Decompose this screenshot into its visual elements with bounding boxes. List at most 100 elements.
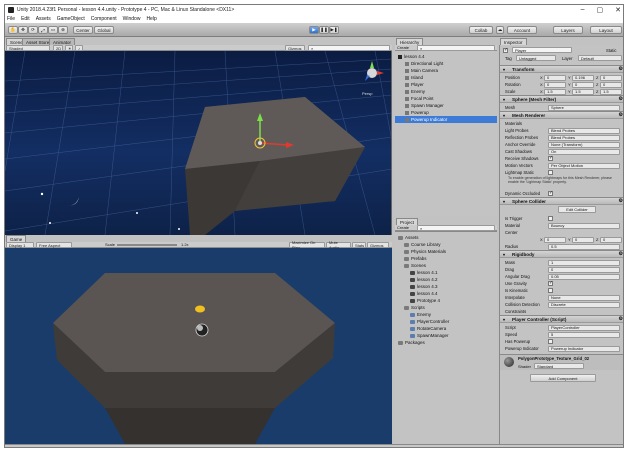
rigidbody-component[interactable]: ▾ Rigidbody ⚙ bbox=[500, 250, 623, 258]
component-settings-icon[interactable]: ⚙ bbox=[619, 66, 623, 72]
pause-icon[interactable]: ❚❚ bbox=[319, 26, 329, 34]
play-icon[interactable]: ▶ bbox=[309, 26, 319, 34]
project-item[interactable]: PlayerController bbox=[395, 318, 497, 325]
vector-x-field[interactable]: 0 bbox=[544, 236, 566, 243]
project-create-button[interactable]: Create bbox=[397, 225, 409, 230]
hierarchy-item[interactable]: Powerup bbox=[395, 109, 497, 116]
hierarchy-item[interactable]: Directional Light bbox=[395, 60, 497, 67]
rect-tool-icon[interactable]: ▭ bbox=[48, 26, 58, 34]
vector-y-field[interactable]: 0 bbox=[572, 236, 594, 243]
inspector-value-field[interactable]: Per Object Motion bbox=[548, 162, 620, 169]
inspector-checkbox[interactable] bbox=[548, 280, 553, 286]
tab-animator[interactable]: Animator bbox=[49, 38, 76, 45]
component-settings-icon[interactable]: ⚙ bbox=[619, 198, 623, 204]
component-settings-icon[interactable]: ⚙ bbox=[619, 112, 623, 118]
edit-collider-button[interactable]: Edit Collider bbox=[558, 206, 596, 213]
mesh-filter-component[interactable]: ▾ Sphere (Mesh Filter) ⚙ bbox=[500, 95, 623, 103]
inspector-value-field[interactable]: Blend Probes bbox=[548, 134, 620, 141]
inspector-value-field[interactable]: Sphere bbox=[548, 104, 620, 111]
scale-tool-icon[interactable]: ⤢ bbox=[38, 26, 48, 34]
project-item[interactable]: Prefabs bbox=[395, 255, 497, 262]
maximize-icon[interactable]: ▢ bbox=[597, 6, 604, 14]
pivot-center-toggle[interactable]: Center bbox=[73, 26, 93, 34]
hand-tool-icon[interactable]: ✋ bbox=[8, 26, 18, 34]
vector-x-field[interactable]: 0 bbox=[544, 74, 566, 81]
project-item[interactable]: SpawnManager bbox=[395, 332, 497, 339]
menu-file[interactable]: File bbox=[7, 16, 15, 22]
layer-dropdown[interactable]: Default bbox=[578, 55, 622, 61]
inspector-value-field[interactable]: 0 bbox=[548, 266, 620, 273]
vector-z-field[interactable]: 0 bbox=[600, 236, 622, 243]
game-view[interactable] bbox=[5, 248, 392, 444]
project-item[interactable]: lesson 4.2 bbox=[395, 276, 497, 283]
player-controller-component[interactable]: ▾ Player Controller (Script) ⚙ bbox=[500, 315, 623, 323]
project-item[interactable]: Scenes bbox=[395, 262, 497, 269]
hierarchy-item[interactable]: Player bbox=[395, 81, 497, 88]
inspector-checkbox[interactable] bbox=[548, 190, 553, 196]
component-settings-icon[interactable]: ⚙ bbox=[619, 251, 623, 257]
minimize-icon[interactable]: – bbox=[581, 6, 585, 14]
vector-x-field[interactable]: 0 bbox=[544, 81, 566, 88]
vector-y-field[interactable]: 0 bbox=[572, 81, 594, 88]
project-item[interactable]: Assets bbox=[395, 234, 497, 241]
layout-dropdown[interactable]: Layout bbox=[590, 26, 622, 34]
close-icon[interactable]: ✕ bbox=[615, 6, 621, 14]
inspector-value-field[interactable]: Powerup Indicator bbox=[548, 345, 620, 352]
menu-gameobject[interactable]: GameObject bbox=[57, 16, 85, 22]
step-icon[interactable]: ▶❚ bbox=[329, 26, 339, 34]
vector-y-field[interactable]: 1.5 bbox=[572, 88, 594, 95]
mesh-renderer-component[interactable]: ▾ Mesh Renderer ⚙ bbox=[500, 111, 623, 119]
menu-assets[interactable]: Assets bbox=[36, 16, 51, 22]
inspector-value-field[interactable]: 0.5 bbox=[548, 243, 620, 250]
inspector-value-field[interactable]: PlayerController bbox=[548, 324, 620, 331]
layers-dropdown[interactable]: Layers bbox=[553, 26, 583, 34]
tab-project[interactable]: Project bbox=[396, 218, 419, 225]
menu-edit[interactable]: Edit bbox=[21, 16, 30, 22]
add-component-button[interactable]: Add Component bbox=[530, 374, 596, 382]
inspector-value-field[interactable]: Blend Probes bbox=[548, 127, 620, 134]
vector-x-field[interactable]: 1.5 bbox=[544, 88, 566, 95]
component-settings-icon[interactable]: ⚙ bbox=[619, 96, 623, 102]
inspector-value-field[interactable]: 5 bbox=[548, 331, 620, 338]
inspector-value-field[interactable]: Bouncy bbox=[548, 222, 620, 229]
move-tool-icon[interactable]: ✥ bbox=[18, 26, 28, 34]
inspector-value-field[interactable]: None bbox=[548, 294, 620, 301]
static-toggle[interactable]: Static bbox=[606, 48, 616, 53]
inspector-value-field[interactable]: 1 bbox=[548, 259, 620, 266]
account-dropdown[interactable]: Account bbox=[507, 26, 537, 34]
project-item[interactable]: lesson 4.1 bbox=[395, 269, 497, 276]
hierarchy-item[interactable]: Spawn Manager bbox=[395, 102, 497, 109]
global-local-toggle[interactable]: Global bbox=[94, 26, 114, 34]
project-item[interactable]: Course Library bbox=[395, 241, 497, 248]
menu-component[interactable]: Component bbox=[91, 16, 117, 22]
tab-hierarchy[interactable]: Hierarchy bbox=[396, 38, 424, 45]
tab-inspector[interactable]: Inspector bbox=[500, 38, 527, 45]
menu-help[interactable]: Help bbox=[146, 16, 156, 22]
object-name-field[interactable]: Player bbox=[512, 47, 572, 53]
rotate-tool-icon[interactable]: ⟳ bbox=[28, 26, 38, 34]
active-checkbox[interactable] bbox=[503, 47, 508, 53]
project-item[interactable]: Prototype 4 bbox=[395, 297, 497, 304]
tab-game[interactable]: Game bbox=[6, 235, 27, 242]
transform-component[interactable]: ▾ Transform ⚙ bbox=[500, 65, 623, 73]
project-item[interactable]: Physics Materials bbox=[395, 248, 497, 255]
project-item[interactable]: RotateCamera bbox=[395, 325, 497, 332]
project-item[interactable]: lesson 4.4 bbox=[395, 290, 497, 297]
collab-button[interactable]: Collab bbox=[469, 26, 493, 34]
inspector-checkbox[interactable] bbox=[548, 155, 553, 161]
cloud-icon[interactable]: ☁ bbox=[496, 26, 504, 34]
scale-slider[interactable] bbox=[117, 244, 177, 246]
vector-z-field[interactable]: 0 bbox=[600, 74, 622, 81]
inspector-value-field[interactable]: Discrete bbox=[548, 301, 620, 308]
sphere-collider-component[interactable]: ▾ Sphere Collider ⚙ bbox=[500, 197, 623, 205]
project-item[interactable]: Packages bbox=[395, 339, 497, 346]
shader-dropdown[interactable]: Standard bbox=[534, 363, 584, 369]
project-item[interactable]: lesson 4.3 bbox=[395, 283, 497, 290]
hierarchy-item[interactable]: Powerup Indicator bbox=[395, 116, 497, 123]
inspector-checkbox[interactable] bbox=[548, 170, 553, 175]
menu-window[interactable]: Window bbox=[123, 16, 141, 22]
hierarchy-item[interactable]: lesson 4.4 bbox=[395, 53, 497, 60]
inspector-value-field[interactable]: On bbox=[548, 148, 620, 155]
scene-view[interactable]: Persp bbox=[5, 51, 392, 235]
inspector-checkbox[interactable] bbox=[548, 339, 553, 344]
